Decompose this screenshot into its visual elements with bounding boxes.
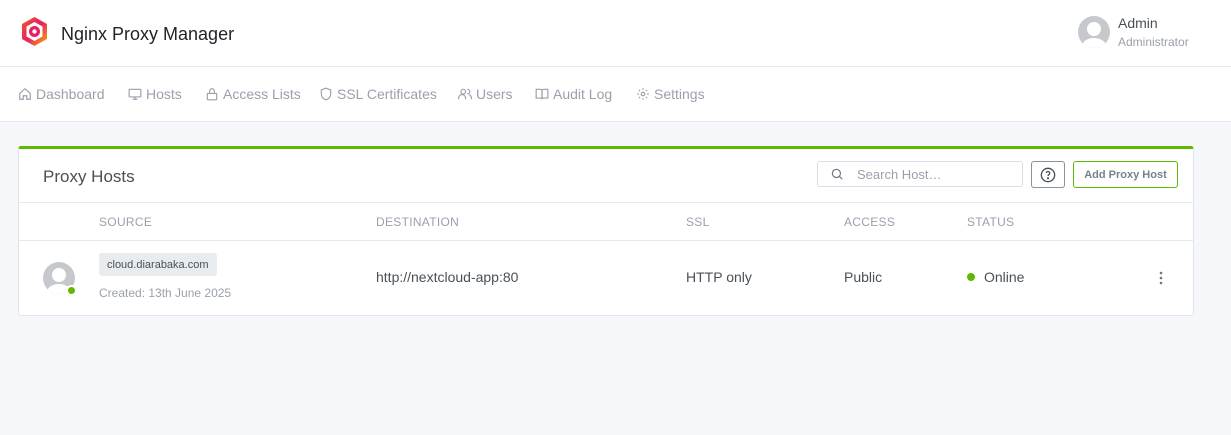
nav-item-label: Settings	[654, 86, 705, 102]
user-role: Administrator	[1118, 34, 1189, 49]
card-title: Proxy Hosts	[43, 167, 135, 186]
nav-item-label: SSL Certificates	[337, 86, 437, 102]
row-actions-menu[interactable]	[1153, 270, 1169, 286]
nav-item-label: Users	[476, 86, 513, 102]
nav-item-hosts[interactable]: Hosts	[128, 86, 182, 102]
search-input[interactable]	[857, 166, 1017, 182]
nav-item-label: Hosts	[146, 86, 182, 102]
top-header: Nginx Proxy Manager Admin Administrator	[0, 0, 1231, 67]
status-dot	[967, 273, 975, 281]
help-icon	[1040, 167, 1056, 182]
nav-item-users[interactable]: Users	[458, 86, 513, 102]
proxy-hosts-card: Proxy Hosts Add Proxy Host SOURCE DESTIN…	[18, 146, 1194, 316]
access-cell: Public	[844, 269, 883, 285]
nav-item-label: Audit Log	[553, 86, 613, 102]
avatar	[1078, 16, 1110, 49]
user-name: Admin	[1118, 15, 1158, 31]
nginx-proxy-manager-logo-icon	[20, 16, 49, 52]
column-header-ssl[interactable]: SSL	[686, 215, 710, 229]
user-menu[interactable]: Admin Administrator	[1078, 15, 1189, 49]
nav-item-dashboard[interactable]: Dashboard	[18, 86, 105, 102]
users-icon	[458, 88, 472, 100]
column-header-access[interactable]: ACCESS	[844, 215, 895, 229]
main-nav: Dashboard Hosts Access Lists SSL Certifi…	[0, 67, 1231, 122]
add-proxy-host-button[interactable]: Add Proxy Host	[1073, 161, 1178, 188]
column-header-status[interactable]: STATUS	[967, 215, 1014, 229]
status-cell: Online	[967, 269, 1024, 285]
gear-icon	[637, 88, 649, 100]
column-header-destination[interactable]: DESTINATION	[376, 215, 459, 229]
owner-avatar	[43, 262, 77, 296]
header-divider	[19, 240, 1193, 241]
nav-item-access-lists[interactable]: Access Lists	[205, 86, 301, 102]
card-header: Proxy Hosts Add Proxy Host	[19, 149, 1193, 203]
brand[interactable]: Nginx Proxy Manager	[20, 16, 234, 52]
home-icon	[19, 87, 31, 100]
destination-cell: http://nextcloud-app:80	[376, 269, 519, 285]
monitor-icon	[128, 88, 142, 100]
nav-item-audit-log[interactable]: Audit Log	[535, 86, 612, 102]
column-header-source[interactable]: SOURCE	[99, 215, 152, 229]
domain-tag[interactable]: cloud.diarabaka.com	[99, 253, 217, 276]
created-date: Created: 13th June 2025	[99, 286, 232, 300]
more-vertical-icon	[1159, 271, 1163, 285]
shield-icon	[320, 87, 332, 101]
online-indicator	[66, 285, 77, 296]
ssl-cell: HTTP only	[686, 269, 752, 285]
nav-item-label: Dashboard	[36, 86, 105, 102]
search-icon	[831, 168, 843, 180]
nav-item-settings[interactable]: Settings	[636, 86, 705, 102]
app-title: Nginx Proxy Manager	[61, 23, 235, 44]
status-label: Online	[984, 269, 1025, 285]
help-button[interactable]	[1031, 161, 1065, 188]
nav-item-ssl-certificates[interactable]: SSL Certificates	[319, 86, 437, 102]
search-box[interactable]	[817, 161, 1023, 187]
lock-icon	[206, 88, 218, 101]
nav-item-label: Access Lists	[223, 86, 301, 102]
book-icon	[535, 88, 549, 100]
